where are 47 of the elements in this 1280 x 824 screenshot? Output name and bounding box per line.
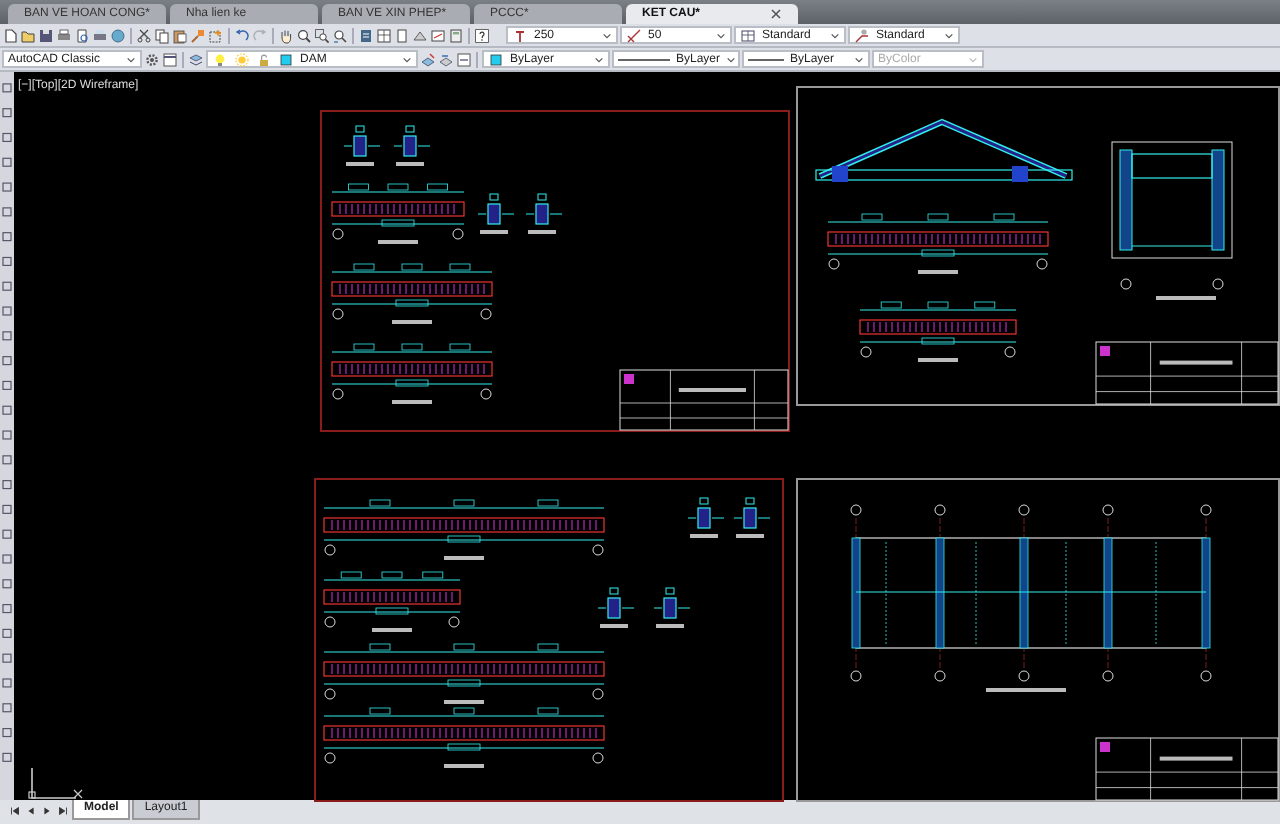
copy-icon[interactable] <box>154 27 170 43</box>
zoom-previous-icon[interactable] <box>332 27 348 43</box>
first-tab-icon[interactable] <box>8 804 22 818</box>
close-icon[interactable] <box>770 8 783 20</box>
leader-style-icon <box>854 27 870 43</box>
caret-icon <box>402 55 412 63</box>
line-sample-icon <box>618 55 670 63</box>
caret-icon <box>830 31 840 39</box>
layer-stack-icon[interactable] <box>188 51 204 67</box>
color-swatch-icon <box>278 51 294 67</box>
preview-icon[interactable] <box>74 27 90 43</box>
print-icon[interactable] <box>56 27 72 43</box>
previous-tab-icon[interactable] <box>24 804 38 818</box>
pan-hand-icon[interactable] <box>278 27 294 43</box>
markup-icon[interactable] <box>430 27 446 43</box>
caret-icon <box>716 31 726 39</box>
next-tab-icon[interactable] <box>40 804 54 818</box>
caret-icon <box>854 55 864 63</box>
dimension-style-icon <box>626 27 642 43</box>
zoom-icon[interactable] <box>296 27 312 43</box>
table-style-icon <box>740 27 756 43</box>
help-icon[interactable] <box>474 27 490 43</box>
properties-icon[interactable] <box>358 27 374 43</box>
caret-icon <box>944 31 954 39</box>
sun-icon <box>234 51 250 67</box>
caret-icon <box>968 55 978 63</box>
brush-icon[interactable] <box>190 27 206 43</box>
cut-icon[interactable] <box>136 27 152 43</box>
ucs-axis-icon <box>26 764 86 804</box>
caret-icon <box>594 55 604 63</box>
line-sample-icon <box>748 55 784 63</box>
caret-icon <box>726 55 737 63</box>
draw-toolbar-drawing[interactable] <box>0 72 14 800</box>
last-tab-icon[interactable] <box>56 804 70 818</box>
save-icon[interactable] <box>38 27 54 43</box>
window-icon[interactable] <box>162 51 178 67</box>
color-swatch-icon <box>488 51 504 67</box>
caret-icon <box>602 31 612 39</box>
gear-icon[interactable] <box>144 51 160 67</box>
undo-icon[interactable] <box>234 27 250 43</box>
text-style-icon <box>512 27 528 43</box>
zoom-window-icon[interactable] <box>314 27 330 43</box>
padlock-icon <box>256 51 272 67</box>
paste-icon[interactable] <box>172 27 188 43</box>
light-bulb-icon <box>212 51 228 67</box>
caret-icon <box>126 55 136 63</box>
calculator-icon[interactable] <box>448 27 464 43</box>
